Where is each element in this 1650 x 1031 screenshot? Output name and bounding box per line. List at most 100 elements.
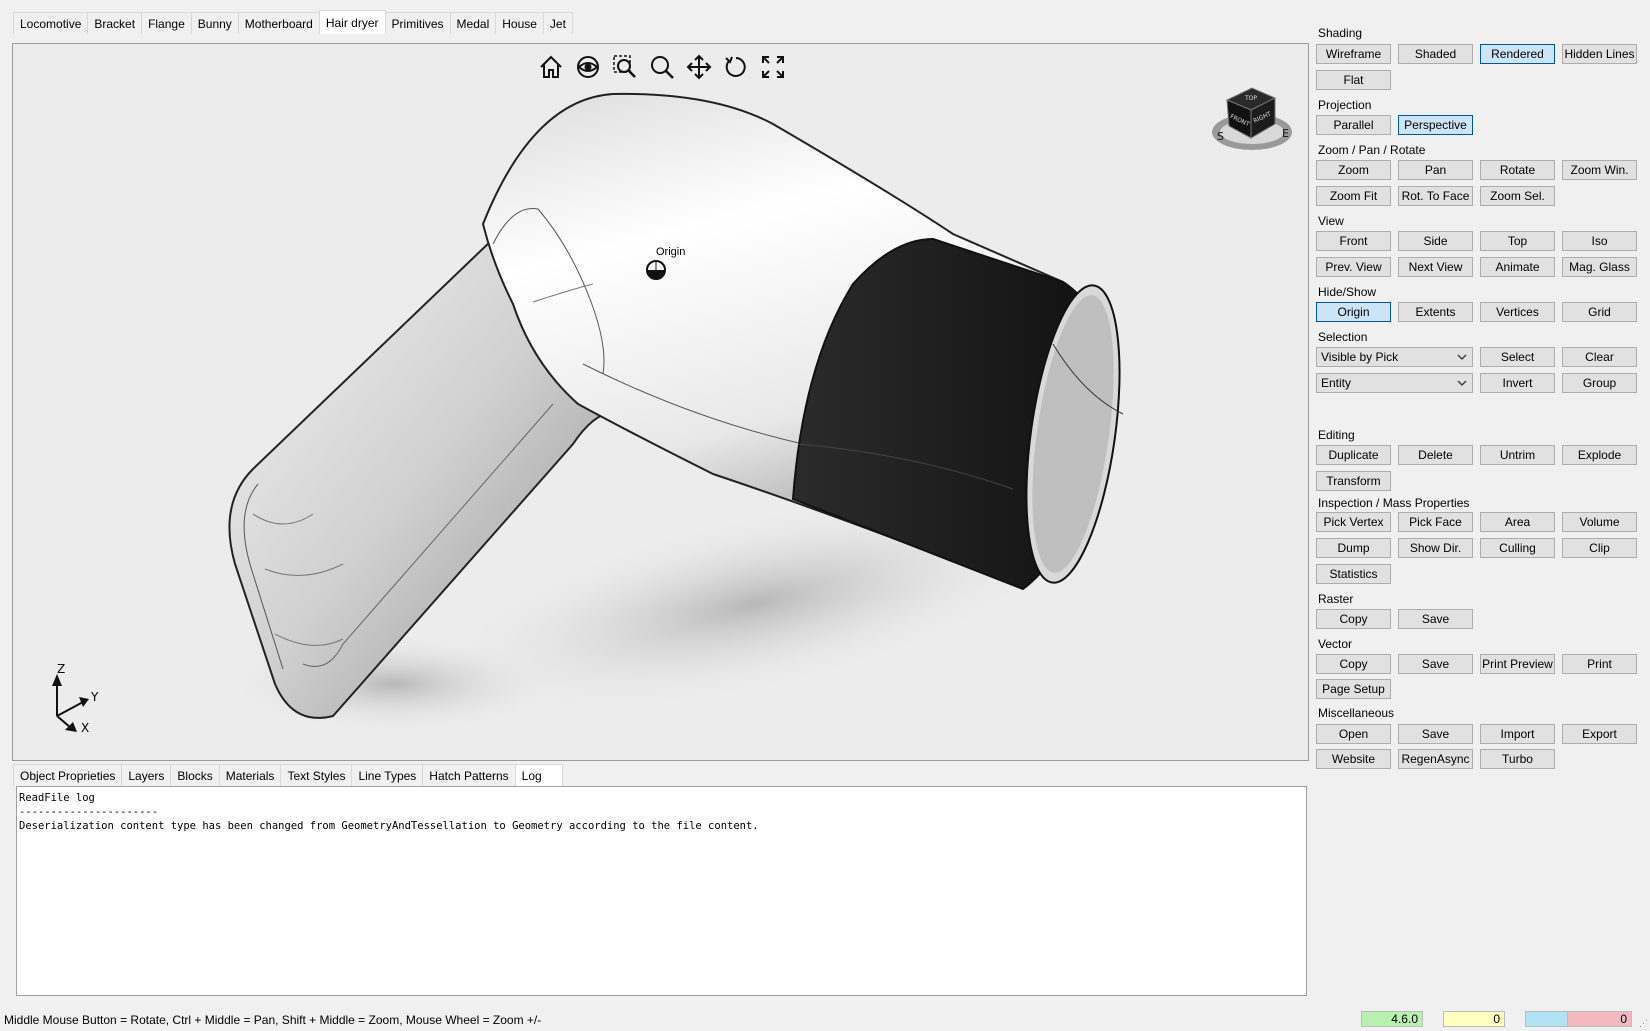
tab-line-types[interactable]: Line Types — [351, 764, 424, 786]
editing-label: Editing — [1318, 428, 1355, 442]
vector-copy-button[interactable]: Copy — [1316, 654, 1391, 674]
untrim-button[interactable]: Untrim — [1480, 445, 1555, 465]
raster-save-button[interactable]: Save — [1398, 609, 1473, 629]
vector-save-button[interactable]: Save — [1398, 654, 1473, 674]
statistics-button[interactable]: Statistics — [1316, 564, 1391, 584]
view-label: View — [1318, 214, 1344, 228]
duplicate-button[interactable]: Duplicate — [1316, 445, 1391, 465]
home-icon[interactable] — [533, 50, 568, 84]
regen-async-button[interactable]: RegenAsync — [1398, 749, 1473, 769]
explode-button[interactable]: Explode — [1562, 445, 1637, 465]
front-view-button[interactable]: Front — [1316, 231, 1391, 251]
invert-selection-button[interactable]: Invert — [1480, 373, 1555, 393]
zoom-window-button[interactable]: Zoom Win. — [1562, 160, 1637, 180]
fullscreen-icon[interactable] — [755, 50, 790, 84]
import-button[interactable]: Import — [1480, 724, 1555, 744]
tab-materials[interactable]: Materials — [218, 764, 282, 786]
group-button[interactable]: Group — [1562, 373, 1637, 393]
projection-label: Projection — [1318, 98, 1372, 112]
hidden-lines-button[interactable]: Hidden Lines — [1562, 44, 1637, 64]
select-button[interactable]: Select — [1480, 347, 1555, 367]
perspective-button[interactable]: Perspective — [1398, 115, 1473, 135]
tab-layers[interactable]: Layers — [121, 764, 172, 786]
transform-button[interactable]: Transform — [1316, 471, 1391, 491]
magnifying-glass-button[interactable]: Mag. Glass — [1562, 257, 1637, 277]
miscellaneous-label: Miscellaneous — [1318, 706, 1395, 720]
raster-copy-button[interactable]: Copy — [1316, 609, 1391, 629]
hair-dryer-model — [223, 92, 1124, 734]
rotate-to-face-button[interactable]: Rot. To Face — [1398, 186, 1473, 206]
zoom-selection-button[interactable]: Zoom Sel. — [1480, 186, 1555, 206]
log-line: Deserialization content type has been ch… — [19, 820, 759, 832]
open-button[interactable]: Open — [1316, 724, 1391, 744]
show-direction-button[interactable]: Show Dir. — [1398, 538, 1473, 558]
volume-button[interactable]: Volume — [1562, 512, 1637, 532]
tab-jet[interactable]: Jet — [542, 12, 573, 34]
selection-mode-dropdown[interactable]: Visible by Pick — [1316, 347, 1473, 367]
clip-button[interactable]: Clip — [1562, 538, 1637, 558]
rotate-button[interactable]: Rotate — [1480, 160, 1555, 180]
status-version: 4.6.0 — [1361, 1011, 1423, 1027]
view-cube[interactable]: TOP FRONT RIGHT S E — [1209, 72, 1295, 161]
page-setup-button[interactable]: Page Setup — [1316, 679, 1391, 699]
tab-object-properties[interactable]: Object Proprieties — [13, 764, 123, 786]
tab-bunny[interactable]: Bunny — [190, 12, 239, 34]
rendered-button[interactable]: Rendered — [1480, 44, 1555, 64]
extents-toggle-button[interactable]: Extents — [1398, 302, 1473, 322]
clear-selection-button[interactable]: Clear — [1562, 347, 1637, 367]
culling-button[interactable]: Culling — [1480, 538, 1555, 558]
pan-icon[interactable] — [681, 50, 716, 84]
top-view-button[interactable]: Top — [1480, 231, 1555, 251]
shaded-button[interactable]: Shaded — [1398, 44, 1473, 64]
rotate-icon[interactable] — [718, 50, 753, 84]
log-textbox[interactable]: ReadFile log ---------------------- Deseri… — [16, 786, 1307, 996]
website-button[interactable]: Website — [1316, 749, 1391, 769]
flat-button[interactable]: Flat — [1316, 70, 1391, 90]
grid-toggle-button[interactable]: Grid — [1562, 302, 1637, 322]
origin-toggle-button[interactable]: Origin — [1316, 302, 1391, 322]
animate-button[interactable]: Animate — [1480, 257, 1555, 277]
pan-button[interactable]: Pan — [1398, 160, 1473, 180]
tab-house[interactable]: House — [495, 12, 544, 34]
turbo-button[interactable]: Turbo — [1480, 749, 1555, 769]
print-preview-button[interactable]: Print Preview — [1480, 654, 1555, 674]
tab-bracket[interactable]: Bracket — [87, 12, 143, 34]
tab-primitives[interactable]: Primitives — [384, 12, 451, 34]
tab-blocks[interactable]: Blocks — [170, 764, 220, 786]
zoom-fit-button[interactable]: Zoom Fit — [1316, 186, 1391, 206]
zoom-icon[interactable] — [644, 50, 679, 84]
iso-view-button[interactable]: Iso — [1562, 231, 1637, 251]
eye-icon[interactable] — [570, 50, 605, 84]
zoom-button[interactable]: Zoom — [1316, 160, 1391, 180]
vertices-toggle-button[interactable]: Vertices — [1480, 302, 1555, 322]
tab-medal[interactable]: Medal — [449, 12, 497, 34]
selection-filter-dropdown[interactable]: Entity — [1316, 373, 1473, 393]
tab-log[interactable]: Log — [514, 764, 563, 786]
export-button[interactable]: Export — [1562, 724, 1637, 744]
zoom-window-icon[interactable] — [607, 50, 642, 84]
dump-button[interactable]: Dump — [1316, 538, 1391, 558]
viewcube-ring-e: E — [1282, 127, 1289, 140]
delete-button[interactable]: Delete — [1398, 445, 1473, 465]
tab-motherboard[interactable]: Motherboard — [237, 12, 320, 34]
resize-grip-icon[interactable]: ⋰ — [1639, 1018, 1648, 1029]
3d-viewport[interactable]: Origin TOP FRONT RIGHT S E Z Y X — [12, 43, 1309, 761]
previous-view-button[interactable]: Prev. View — [1316, 257, 1391, 277]
pick-vertex-button[interactable]: Pick Vertex — [1316, 512, 1391, 532]
next-view-button[interactable]: Next View — [1398, 257, 1473, 277]
tab-locomotive[interactable]: Locomotive — [13, 12, 89, 34]
tab-flange[interactable]: Flange — [141, 12, 192, 34]
area-button[interactable]: Area — [1480, 512, 1555, 532]
tab-hair-dryer[interactable]: Hair dryer — [318, 10, 386, 34]
tab-hatch-patterns[interactable]: Hatch Patterns — [422, 764, 516, 786]
parallel-button[interactable]: Parallel — [1316, 115, 1391, 135]
pick-face-button[interactable]: Pick Face — [1398, 512, 1473, 532]
selection-label: Selection — [1318, 330, 1368, 344]
tab-text-styles[interactable]: Text Styles — [280, 764, 353, 786]
origin-label: Origin — [656, 246, 686, 258]
shading-label: Shading — [1318, 26, 1363, 40]
save-button[interactable]: Save — [1398, 724, 1473, 744]
wireframe-button[interactable]: Wireframe — [1316, 44, 1391, 64]
side-view-button[interactable]: Side — [1398, 231, 1473, 251]
print-button[interactable]: Print — [1562, 654, 1637, 674]
